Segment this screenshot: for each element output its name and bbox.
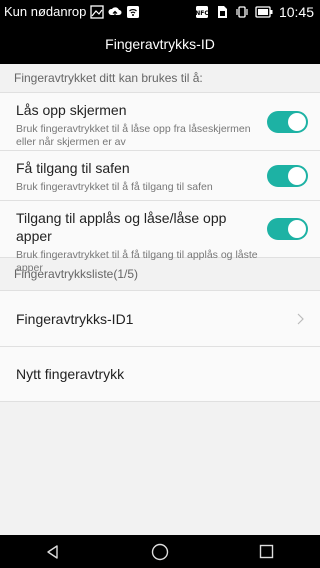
chevron-right-icon (297, 313, 304, 324)
navigation-bar (0, 535, 320, 568)
sim-icon (217, 6, 227, 18)
unlock-screen-toggle[interactable] (267, 110, 308, 133)
title-bar: Fingeravtrykks-ID (0, 24, 320, 64)
setting-subtitle: Bruk fingeravtrykket til å få tilgang ti… (16, 249, 258, 274)
vibrate-icon (236, 6, 248, 18)
wifi-box-icon (127, 5, 140, 18)
nfc-icon: NFC (195, 6, 209, 18)
setting-unlock-screen[interactable]: Lås opp skjermen Bruk fingeravtrykket ti… (0, 92, 320, 150)
new-fingerprint-button[interactable]: Nytt fingeravtrykk (0, 346, 320, 402)
setting-app-lock[interactable]: Tilgang til applås og låse/låse opp appe… (0, 200, 320, 274)
clock: 10:45 (278, 4, 314, 20)
svg-text:NFC: NFC (195, 10, 209, 17)
battery-icon (255, 6, 273, 18)
fingerprint-item-1[interactable]: Fingeravtrykks-ID1 (0, 290, 320, 346)
carrier-text: Kun nødanrop (4, 4, 87, 19)
setting-safe-access[interactable]: Få tilgang til safen Bruk fingeravtrykke… (0, 150, 320, 200)
safe-access-toggle[interactable] (267, 164, 308, 187)
section-header-usage: Fingeravtrykket ditt kan brukes til å: (0, 64, 320, 92)
setting-subtitle: Bruk fingeravtrykket til å få tilgang ti… (16, 181, 213, 193)
home-icon (151, 543, 169, 560)
setting-subtitle: Bruk fingeravtrykket til å låse opp fra … (16, 123, 251, 148)
gallery-icon (90, 4, 105, 19)
fingerprint-name: Fingeravtrykks-ID1 (16, 310, 134, 327)
recents-button[interactable] (237, 535, 297, 568)
setting-title: Tilgang til applås og låse/låse opp appe… (16, 210, 227, 244)
status-bar: Kun nødanrop NFC 10:45 (0, 0, 320, 24)
new-fingerprint-label: Nytt fingeravtrykk (16, 366, 125, 382)
home-button[interactable] (130, 535, 190, 568)
back-icon (47, 544, 59, 559)
page-title: Fingeravtrykks-ID (105, 36, 215, 52)
back-button[interactable] (23, 535, 83, 568)
cloud-upload-icon (108, 6, 122, 17)
setting-title: Få tilgang til safen (16, 160, 130, 176)
recents-icon (259, 544, 274, 559)
settings-content: Fingeravtrykket ditt kan brukes til å: L… (0, 64, 320, 535)
app-lock-toggle[interactable] (267, 218, 308, 240)
setting-title: Lås opp skjermen (16, 102, 127, 118)
